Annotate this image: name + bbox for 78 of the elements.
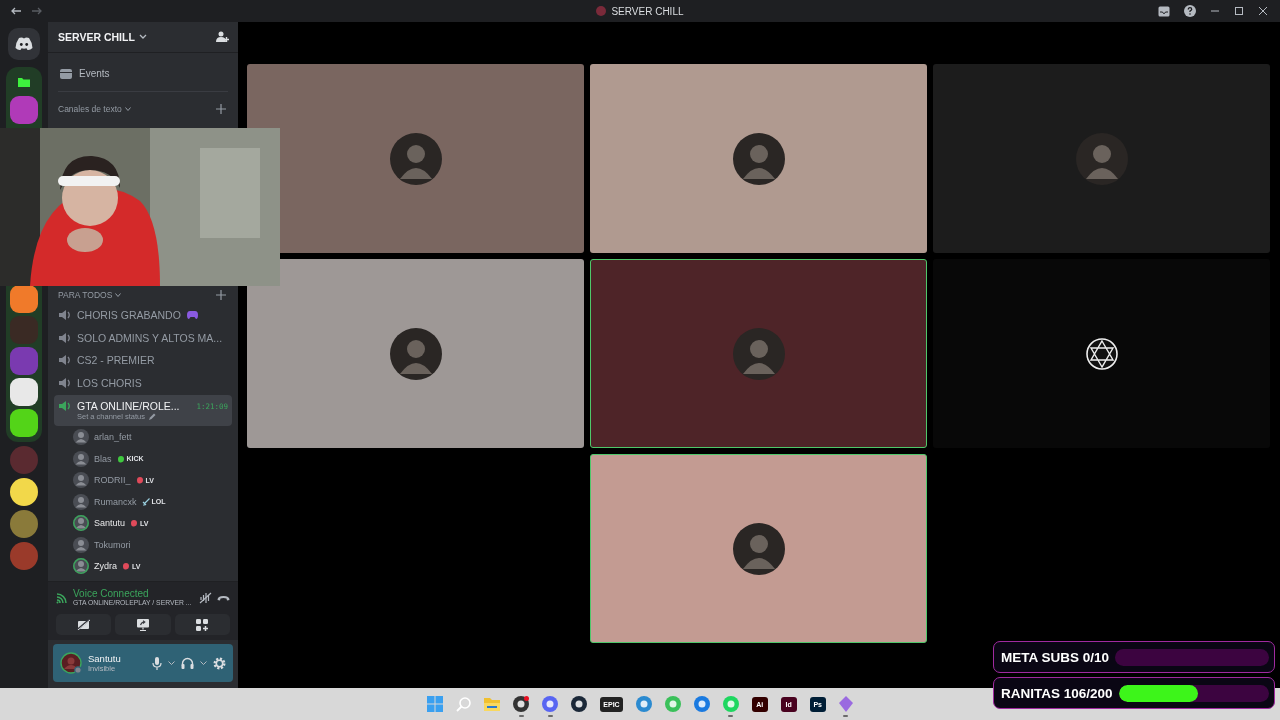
category-header[interactable]: PARA TODOS [58, 290, 122, 300]
user-avatar[interactable] [60, 652, 82, 674]
chat-app-icon[interactable] [8, 28, 40, 60]
app-icon[interactable] [513, 696, 530, 712]
chevron-icon[interactable] [168, 660, 175, 666]
settings-icon[interactable] [213, 656, 226, 670]
participant-tile[interactable] [933, 64, 1270, 253]
server-icon[interactable] [10, 285, 38, 313]
member-name[interactable]: Blas [94, 453, 112, 464]
participant-tile[interactable] [590, 259, 927, 448]
add-channel-icon[interactable] [216, 104, 226, 114]
participant-tile[interactable] [247, 259, 584, 448]
goal-label: RANITAS 106/200 [1001, 685, 1113, 701]
screen-share-button[interactable] [115, 614, 171, 635]
participant-tile[interactable] [247, 64, 584, 253]
back-arrow-icon[interactable] [10, 6, 22, 16]
emblem-icon [1085, 337, 1118, 370]
speaker-icon [58, 331, 71, 344]
gamepad-icon [186, 311, 198, 320]
member-name[interactable]: arlan_fett [94, 432, 132, 443]
voice-channel[interactable]: CS2 - PREMIER [54, 349, 232, 372]
user-name: Santutu [88, 653, 122, 664]
server-name-button[interactable]: SERVER CHILL [58, 31, 147, 43]
activities-icon [196, 618, 209, 631]
maximize-icon[interactable] [1234, 6, 1244, 16]
participant-tile[interactable] [590, 454, 927, 643]
pencil-icon[interactable] [147, 412, 156, 421]
close-icon[interactable] [1258, 6, 1268, 16]
speaker-icon [58, 377, 71, 390]
chevron-icon [138, 34, 147, 40]
user-avatar [732, 132, 785, 185]
member-name[interactable]: Tokumori [94, 539, 131, 550]
voice-channel[interactable]: LOS CHORIS [54, 371, 232, 395]
signal-icon [56, 592, 68, 605]
connection-status: Voice Connected [73, 588, 149, 600]
invite-icon[interactable] [216, 31, 229, 43]
inbox-icon[interactable] [1158, 5, 1170, 17]
server-icon[interactable] [10, 478, 38, 506]
voice-channel[interactable]: CHORIS GRABANDO [54, 304, 232, 327]
calendar-icon [60, 67, 72, 79]
window-title: SERVER CHILL [611, 5, 684, 17]
speaker-icon [58, 400, 71, 413]
activities-button[interactable] [174, 614, 230, 635]
chevron-icon[interactable] [200, 660, 207, 666]
user-avatar [389, 132, 442, 185]
speaker-icon [58, 354, 71, 367]
member-name[interactable]: Rumancxk [94, 496, 137, 507]
category-header[interactable]: Canales de texto [58, 104, 131, 114]
add-channel-icon[interactable] [216, 290, 226, 300]
user-avatar [1075, 132, 1128, 185]
camera-off-icon [77, 619, 91, 630]
forward-arrow-icon[interactable] [31, 6, 43, 16]
goal-label: META SUBS 0/10 [1001, 649, 1110, 665]
member-name[interactable]: Santutu [94, 518, 126, 529]
participant-tile[interactable] [590, 64, 927, 253]
server-logo-icon [596, 6, 607, 16]
headphones-icon[interactable] [181, 657, 194, 669]
member-name[interactable]: RODRII_ [94, 475, 131, 486]
camera-button[interactable] [56, 614, 112, 635]
server-icon[interactable] [10, 378, 38, 406]
folder-icon[interactable] [18, 77, 30, 87]
chevron-icon [115, 292, 122, 298]
user-avatar [732, 327, 785, 380]
app-icon[interactable] [571, 696, 588, 712]
noise-suppression-icon[interactable] [199, 592, 212, 605]
speaker-icon [58, 309, 71, 322]
events-item[interactable]: Events [48, 61, 238, 85]
server-icon[interactable] [10, 409, 38, 437]
user-avatar [732, 522, 785, 575]
disconnect-icon[interactable] [217, 595, 230, 602]
microphone-icon[interactable] [152, 656, 162, 670]
chevron-icon [124, 106, 131, 112]
user-avatar [389, 327, 442, 380]
screen-share-icon [137, 618, 149, 631]
help-icon[interactable] [1184, 5, 1196, 17]
member-name[interactable]: Zydra [94, 561, 117, 572]
voice-channel[interactable]: SOLO ADMINS Y ALTOS MA... [54, 326, 232, 350]
participant-tile[interactable] [933, 259, 1270, 448]
